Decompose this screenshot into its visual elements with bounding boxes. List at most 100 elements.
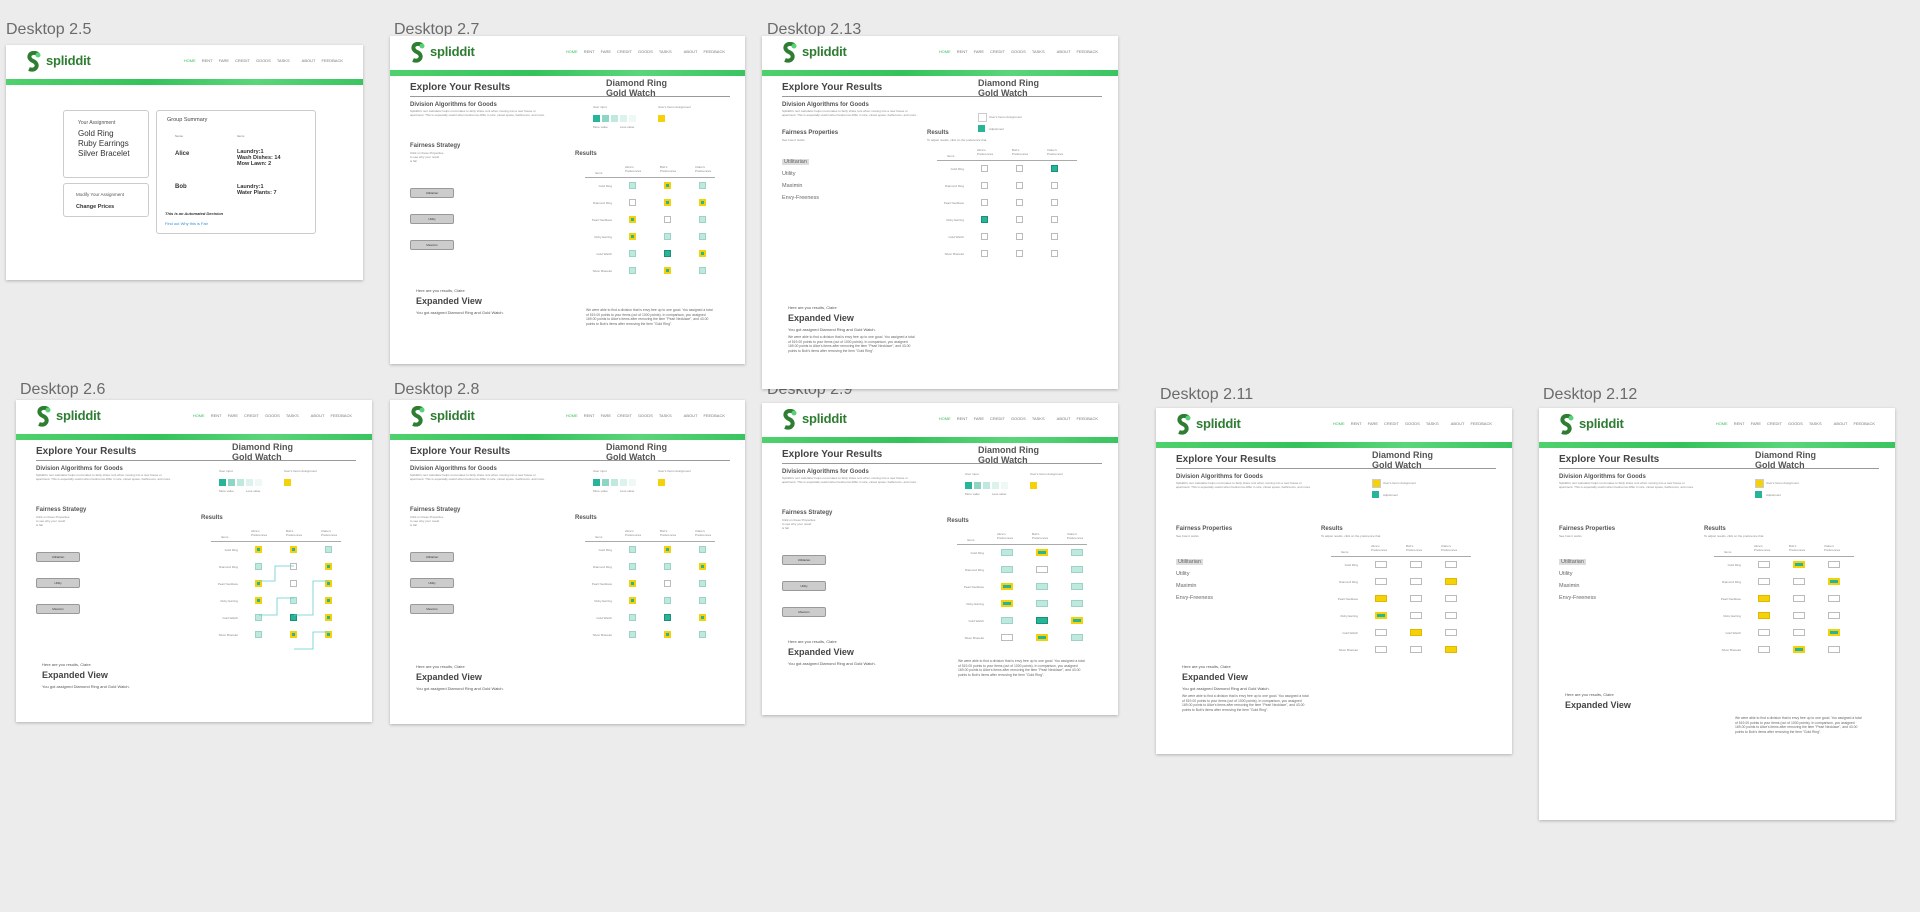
preference-cell[interactable]: [1051, 250, 1058, 257]
preference-cell[interactable]: [1410, 595, 1422, 602]
property-item[interactable]: Utility: [782, 168, 819, 180]
preference-cell[interactable]: [629, 182, 636, 189]
nav-item[interactable]: FARE: [601, 49, 611, 54]
preference-cell[interactable]: [1445, 629, 1457, 636]
strategy-button-utility[interactable]: Utility: [782, 581, 826, 591]
value-swatch[interactable]: [255, 479, 262, 486]
preference-cell[interactable]: [664, 597, 671, 604]
preference-cell[interactable]: [1758, 646, 1770, 653]
value-swatch[interactable]: [602, 479, 609, 486]
strategy-button-maximin[interactable]: Maximin: [410, 604, 454, 614]
preference-cell[interactable]: [1828, 595, 1840, 602]
value-swatch[interactable]: [593, 115, 600, 122]
strategy-button-maximin[interactable]: Maximin: [36, 604, 80, 614]
nav-item[interactable]: ABOUT: [311, 413, 325, 418]
preference-cell[interactable]: [1051, 199, 1058, 206]
preference-cell[interactable]: [1001, 617, 1013, 624]
preference-cell[interactable]: [1016, 182, 1023, 189]
preference-cell[interactable]: [1036, 566, 1048, 573]
preference-cell[interactable]: [1793, 578, 1805, 585]
strategy-button-utilitarian[interactable]: Utilitarian: [36, 552, 80, 562]
preference-cell[interactable]: [699, 182, 706, 189]
nav-item[interactable]: RENT: [211, 413, 222, 418]
preference-cell[interactable]: [1071, 600, 1083, 607]
nav-item[interactable]: FARE: [1751, 421, 1761, 426]
preference-cell[interactable]: [1758, 612, 1770, 619]
property-item[interactable]: Utility: [1559, 568, 1596, 580]
nav-item[interactable]: FEEDBACK: [1470, 421, 1492, 426]
preference-cell[interactable]: [664, 563, 671, 570]
preference-cell[interactable]: [1375, 595, 1387, 602]
preference-cell[interactable]: [1001, 634, 1013, 641]
preference-cell[interactable]: [1036, 549, 1048, 556]
preference-cell[interactable]: [1375, 561, 1387, 568]
nav-item[interactable]: FEEDBACK: [703, 413, 725, 418]
nav-item[interactable]: HOME: [939, 416, 951, 421]
nav-item[interactable]: CREDIT: [617, 413, 632, 418]
preference-cell[interactable]: [1051, 182, 1058, 189]
preference-cell[interactable]: [981, 216, 988, 223]
preference-cell[interactable]: [1071, 583, 1083, 590]
top-nav[interactable]: HOME RENT FARE CREDIT GOODS TASKS ABOUT FEEDBAC…: [566, 49, 725, 54]
property-item[interactable]: Envy-Freeness: [1176, 592, 1213, 604]
artboard-desktop-2-9[interactable]: spliddit HOME RENT FARE CREDIT GOODS TASKS ABOU…: [762, 403, 1118, 715]
preference-cell[interactable]: [1036, 634, 1048, 641]
preference-cell[interactable]: [1410, 646, 1422, 653]
nav-item[interactable]: ABOUT: [1451, 421, 1465, 426]
top-nav[interactable]: HOME RENT FARE CREDIT GOODS TASKS ABOUT FEEDBAC…: [1716, 421, 1875, 426]
nav-item[interactable]: CREDIT: [990, 49, 1005, 54]
property-item[interactable]: Maximin: [1176, 580, 1213, 592]
nav-item[interactable]: FARE: [601, 413, 611, 418]
preference-cell[interactable]: [1001, 600, 1013, 607]
preference-cell[interactable]: [1793, 612, 1805, 619]
nav-item[interactable]: GOODS: [1405, 421, 1420, 426]
value-swatch[interactable]: [237, 479, 244, 486]
preference-cell[interactable]: [699, 233, 706, 240]
value-swatch[interactable]: [629, 115, 636, 122]
preference-cell[interactable]: [1793, 595, 1805, 602]
top-nav[interactable]: HOME RENT FARE CREDIT GOODS TASKS ABOUT FEEDBAC…: [939, 416, 1098, 421]
nav-item[interactable]: HOME: [566, 49, 578, 54]
artboard-desktop-2-6[interactable]: spliddit HOME RENT FARE CREDIT GOODS TASKS ABOU…: [16, 400, 372, 722]
preference-cell[interactable]: [1758, 629, 1770, 636]
preference-cell[interactable]: [629, 580, 636, 587]
nav-item[interactable]: FEEDBACK: [330, 413, 352, 418]
nav-item[interactable]: ABOUT: [1057, 49, 1071, 54]
property-item[interactable]: Envy-Freeness: [782, 192, 819, 204]
nav-item[interactable]: ABOUT: [684, 49, 698, 54]
preference-cell[interactable]: [699, 614, 706, 621]
preference-cell[interactable]: [1410, 629, 1422, 636]
preference-cell[interactable]: [1758, 578, 1770, 585]
nav-item[interactable]: TASKS: [1809, 421, 1822, 426]
preference-cell[interactable]: [1071, 566, 1083, 573]
property-item[interactable]: Utility: [1176, 568, 1213, 580]
nav-item[interactable]: FARE: [974, 416, 984, 421]
nav-item[interactable]: FEEDBACK: [1076, 49, 1098, 54]
property-item[interactable]: Utilitarian: [1176, 556, 1213, 568]
top-nav[interactable]: HOME RENT FARE CREDIT GOODS TASKS ABOUT FEEDBAC…: [1333, 421, 1492, 426]
preference-cell[interactable]: [1375, 612, 1387, 619]
nav-item[interactable]: GOODS: [1011, 49, 1026, 54]
preference-cell[interactable]: [1375, 646, 1387, 653]
modify-card[interactable]: Modify Your Assignment Change Prices: [63, 183, 149, 217]
nav-item[interactable]: RENT: [1351, 421, 1362, 426]
nav-item[interactable]: GOODS: [265, 413, 280, 418]
preference-cell[interactable]: [1051, 233, 1058, 240]
artboard-desktop-2-8[interactable]: spliddit HOME RENT FARE CREDIT GOODS TASKS ABOU…: [390, 400, 745, 724]
nav-item[interactable]: RENT: [1734, 421, 1745, 426]
preference-cell[interactable]: [629, 199, 636, 206]
nav-item[interactable]: CREDIT: [244, 413, 259, 418]
preference-cell[interactable]: [1036, 583, 1048, 590]
nav-item[interactable]: HOME: [193, 413, 205, 418]
preference-cell[interactable]: [1445, 595, 1457, 602]
nav-item[interactable]: HOME: [939, 49, 951, 54]
preference-cell[interactable]: [981, 199, 988, 206]
artboard-desktop-2-7[interactable]: spliddit HOME RENT FARE CREDIT GOODS TASKS ABOU…: [390, 36, 745, 364]
top-nav[interactable]: HOME RENT FARE CREDIT GOODS TASKS ABOUT FEEDBAC…: [193, 413, 352, 418]
artboard-desktop-2-12[interactable]: spliddit HOME RENT FARE CREDIT GOODS TASKS ABOU…: [1539, 408, 1895, 820]
nav-item[interactable]: CREDIT: [990, 416, 1005, 421]
preference-cell[interactable]: [699, 216, 706, 223]
strategy-button-utilitarian[interactable]: Utilitarian: [782, 555, 826, 565]
nav-item[interactable]: GOODS: [1788, 421, 1803, 426]
value-swatch[interactable]: [611, 115, 618, 122]
